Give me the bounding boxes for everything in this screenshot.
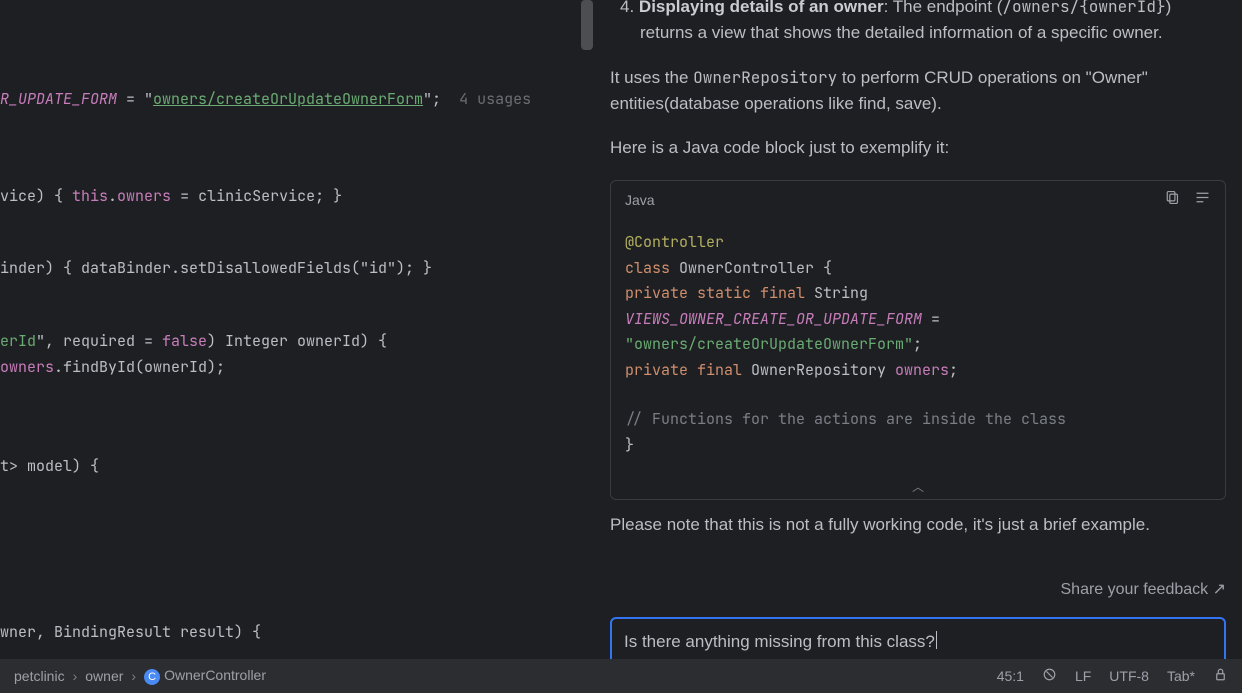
collapse-icon[interactable]: ︿ [611, 472, 1225, 499]
item-text: : The endpoint ( [884, 0, 1003, 16]
string-link[interactable]: owners/createOrUpdateOwnerForm [153, 89, 423, 109]
kw-false: false [162, 331, 207, 351]
string: "owners/createOrUpdateOwnerForm" [625, 334, 913, 354]
breadcrumb-item[interactable]: owner [85, 668, 123, 684]
property: owners [0, 357, 54, 377]
code-text: OwnerController { [670, 258, 832, 278]
code-text: vice) { [0, 186, 72, 206]
lock-icon[interactable] [1213, 667, 1228, 685]
code-text: wner, BindingResult result) { [0, 622, 261, 642]
readonly-icon[interactable] [1042, 667, 1057, 685]
const-name: R_UPDATE_FORM [0, 89, 117, 109]
code-text: ; [949, 360, 958, 380]
property: owners [117, 186, 171, 206]
kw-this: this [72, 186, 108, 206]
item-number: 4. [620, 0, 634, 16]
code-text: ) Integer ownerId) { [207, 331, 387, 351]
code-editor[interactable]: R_UPDATE_FORM = "owners/createOrUpdateOw… [0, 0, 594, 659]
breadcrumb-label: OwnerController [164, 667, 266, 683]
constant: VIEWS_OWNER_CREATE_OR_UPDATE_FORM [625, 309, 922, 329]
code-block: Java @Controller class OwnerController {… [610, 180, 1226, 500]
chat-panel: 4. Displaying details of an owner: The e… [594, 0, 1242, 659]
code-block-body[interactable]: @Controller class OwnerController { priv… [611, 220, 1225, 472]
chat-input-text[interactable]: Is there anything missing from this clas… [624, 629, 1212, 655]
type: OwnerRepository [742, 360, 895, 380]
copy-icon[interactable] [1163, 189, 1180, 213]
line-separator[interactable]: LF [1075, 668, 1091, 684]
text: It uses the [610, 68, 693, 87]
code-text: t> model) { [0, 456, 99, 476]
modifiers: private final [625, 360, 742, 380]
insert-icon[interactable] [1194, 189, 1211, 213]
code-text: ("id"); } [351, 258, 432, 278]
comment: // Functions for the actions are inside … [625, 409, 1066, 429]
item-title: Displaying details of an owner [639, 0, 884, 16]
code-language-label: Java [625, 190, 655, 212]
string: erId [0, 331, 36, 351]
encoding[interactable]: UTF-8 [1109, 668, 1149, 684]
code-text: ", required = [36, 331, 162, 351]
code-text: ; [913, 334, 922, 354]
code-text: (ownerId); [135, 357, 225, 377]
status-bar: petclinic › owner › COwnerController 45:… [0, 659, 1242, 693]
type: String [805, 283, 868, 303]
code-text: = clinicService; } [171, 186, 342, 206]
chat-paragraph: Here is a Java code block just to exempl… [610, 135, 1226, 161]
annotation: @Controller [625, 232, 724, 252]
code-text: inder) { dataBinder. [0, 258, 180, 278]
breadcrumb-item[interactable]: COwnerController [144, 667, 266, 685]
breadcrumb[interactable]: petclinic › owner › COwnerController [14, 667, 266, 685]
chat-paragraph: It uses the OwnerRepository to perform C… [610, 65, 1226, 118]
usages-hint[interactable]: 4 usages [459, 89, 531, 109]
list-item: 4. Displaying details of an owner: The e… [610, 0, 1226, 47]
method-call: findById [63, 357, 135, 377]
indent-setting[interactable]: Tab* [1167, 668, 1195, 684]
code-text: } [625, 435, 634, 455]
class-icon: C [144, 669, 160, 685]
method-call: setDisallowedFields [180, 258, 351, 278]
editor-scrollbar[interactable] [580, 0, 594, 659]
chat-paragraph: Please note that this is not a fully wor… [610, 512, 1226, 538]
class-name: OwnerRepository [693, 67, 837, 88]
feedback-link[interactable]: Share your feedback ↗ [610, 578, 1226, 603]
keyword: class [625, 258, 670, 278]
modifiers: private static final [625, 283, 805, 303]
cursor-position[interactable]: 45:1 [997, 668, 1024, 684]
breadcrumb-separator: › [73, 668, 78, 684]
chat-input[interactable]: Is there anything missing from this clas… [610, 617, 1226, 659]
endpoint-text: /owners/{ownerId} [1002, 0, 1165, 17]
variable: owners [895, 360, 949, 380]
breadcrumb-item[interactable]: petclinic [14, 668, 65, 684]
code-text: = [922, 309, 940, 329]
breadcrumb-separator: › [131, 668, 136, 684]
